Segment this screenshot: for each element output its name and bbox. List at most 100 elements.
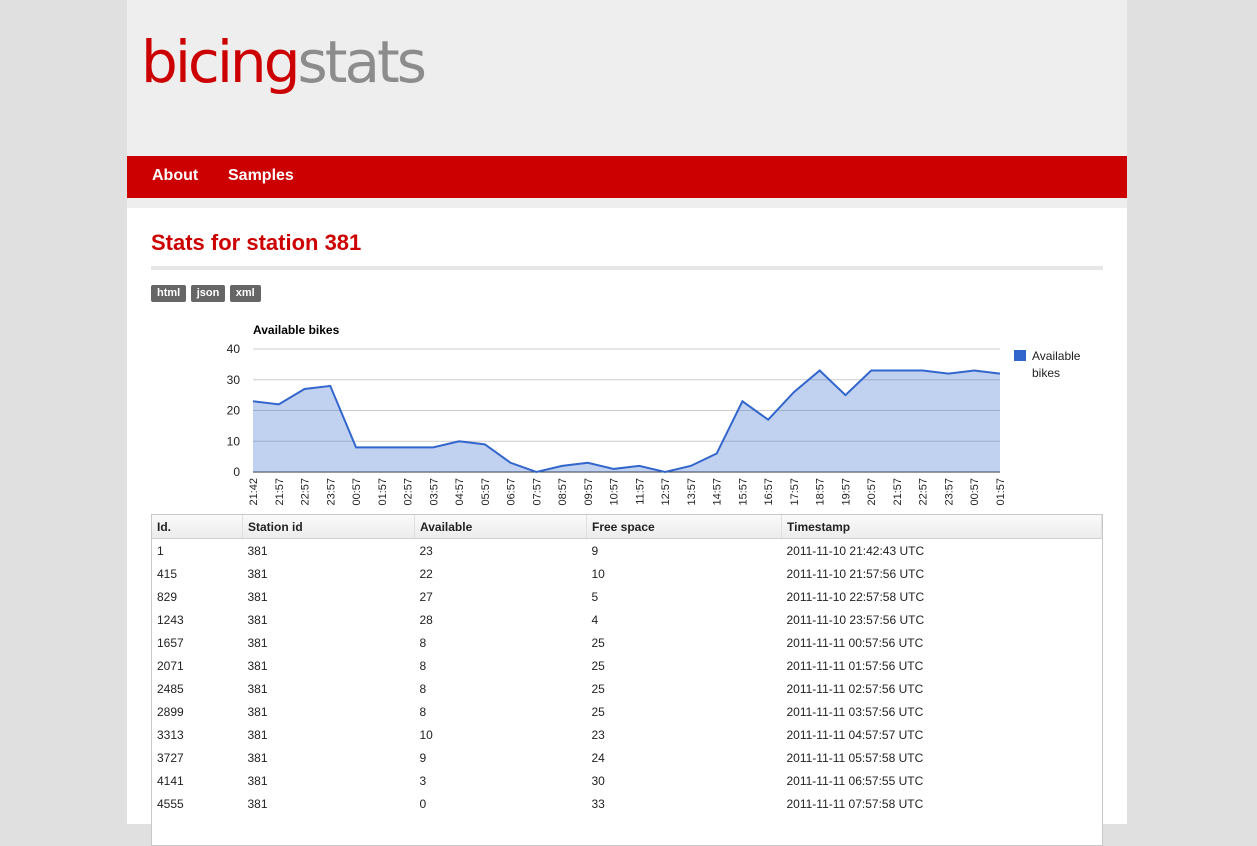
data-point[interactable]	[586, 461, 590, 465]
header-available[interactable]: Available	[414, 515, 587, 539]
x-tick-label: 13:57	[686, 478, 698, 506]
data-point[interactable]	[328, 384, 332, 388]
x-tick-label: 20:57	[866, 478, 878, 506]
x-tick-label: 21:57	[892, 478, 904, 506]
table-cell: 8	[419, 658, 427, 673]
data-point[interactable]	[509, 461, 513, 465]
header: bicingstats	[127, 0, 1127, 156]
table-cell: 25	[591, 704, 605, 719]
table-cell: 0	[419, 796, 427, 811]
data-point[interactable]	[612, 467, 616, 471]
data-point[interactable]	[792, 390, 796, 394]
nav-about[interactable]: About	[152, 167, 198, 185]
data-point[interactable]	[277, 402, 281, 406]
table-cell: 2011-11-11 07:57:58 UTC	[786, 796, 924, 811]
chart-title: Available bikes	[253, 323, 340, 337]
x-tick-label: 12:57	[660, 478, 672, 506]
table-cell: 381	[247, 727, 268, 742]
table-cell: 4141	[157, 773, 184, 788]
data-point[interactable]	[843, 393, 847, 397]
samples-table-container[interactable]: Id. Station id Available Free space Time…	[151, 514, 1103, 846]
y-tick-label: 20	[227, 404, 241, 418]
table-cell: 24	[591, 750, 605, 765]
legend-label-line-1: Available	[1032, 349, 1081, 363]
table-cell: 2011-11-11 06:57:55 UTC	[786, 773, 924, 788]
y-tick-label: 10	[227, 434, 241, 448]
nav-samples[interactable]: Samples	[228, 167, 294, 185]
table-cell: 381	[247, 566, 268, 581]
data-point[interactable]	[406, 445, 410, 449]
data-point[interactable]	[715, 452, 719, 456]
table-cell: 8	[419, 704, 427, 719]
data-point[interactable]	[560, 464, 564, 468]
data-point[interactable]	[972, 369, 976, 373]
x-tick-label: 17:57	[789, 478, 801, 506]
y-axis-ticks: 0 10 20 30 40	[227, 342, 241, 479]
table-cell: 25	[591, 658, 605, 673]
table-cell: 3313	[157, 727, 184, 742]
table-cell: 23	[591, 727, 605, 742]
table-row: 1 381 23 9 2011-11-10 21:42:43 UTC	[152, 539, 1102, 563]
table-row: 1243 381 28 4 2011-11-10 23:57:56 UTC	[152, 608, 1102, 631]
header-timestamp[interactable]: Timestamp	[781, 515, 1102, 539]
table-cell: 2011-11-11 01:57:56 UTC	[786, 658, 924, 673]
x-tick-label: 06:57	[506, 478, 518, 506]
header-station-id[interactable]: Station id	[242, 515, 415, 539]
x-tick-label: 01:57	[377, 478, 389, 506]
table-row: 4555 381 0 33 2011-11-11 07:57:58 UTC	[152, 792, 1102, 815]
data-point[interactable]	[637, 464, 641, 468]
x-tick-label: 15:57	[737, 478, 749, 506]
data-point[interactable]	[895, 369, 899, 373]
data-point[interactable]	[534, 470, 538, 474]
x-tick-label: 22:57	[918, 478, 930, 506]
table-cell: 10	[419, 727, 433, 742]
table-cell: 2011-11-10 21:57:56 UTC	[786, 566, 925, 581]
table-row: 3313 381 10 23 2011-11-11 04:57:57 UTC	[152, 723, 1102, 746]
data-point[interactable]	[818, 369, 822, 373]
data-point[interactable]	[663, 470, 667, 474]
data-point[interactable]	[251, 399, 255, 403]
data-point[interactable]	[380, 445, 384, 449]
data-point[interactable]	[921, 369, 925, 373]
table-row: 4141 381 3 30 2011-11-11 06:57:55 UTC	[152, 769, 1102, 792]
x-tick-label: 09:57	[583, 478, 595, 506]
table-row: 2071 381 8 25 2011-11-11 01:57:56 UTC	[152, 654, 1102, 677]
x-tick-label: 11:57	[634, 478, 646, 505]
logo-part-1: bicing	[141, 28, 301, 96]
table-body: 1 381 23 9 2011-11-10 21:42:43 UTC 415 381 22 10…	[152, 539, 1102, 816]
logo[interactable]: bicingstats	[141, 28, 427, 96]
data-point[interactable]	[740, 399, 744, 403]
table-cell: 2899	[157, 704, 184, 719]
data-point[interactable]	[457, 439, 461, 443]
data-point[interactable]	[483, 442, 487, 446]
table-cell: 25	[591, 635, 605, 650]
table-cell: 5	[591, 589, 599, 604]
x-tick-label: 10:57	[609, 478, 621, 506]
y-tick-label: 40	[227, 342, 241, 356]
data-point[interactable]	[303, 387, 307, 391]
header-id[interactable]: Id.	[152, 515, 243, 539]
data-point[interactable]	[354, 445, 358, 449]
header-free-space[interactable]: Free space	[586, 515, 782, 539]
table-cell: 4	[591, 612, 599, 627]
table-cell: 33	[591, 796, 605, 811]
table-row: 3727 381 9 24 2011-11-11 05:57:58 UTC	[152, 746, 1102, 769]
x-tick-label: 23:57	[943, 478, 955, 506]
nav-divider	[127, 198, 1127, 208]
data-point[interactable]	[766, 418, 770, 422]
table-cell: 381	[247, 704, 268, 719]
x-tick-label: 07:57	[531, 478, 543, 506]
x-tick-label: 02:57	[403, 478, 415, 506]
table-cell: 381	[247, 543, 268, 558]
data-point[interactable]	[689, 464, 693, 468]
table-cell: 23	[419, 543, 433, 558]
table-row: 829 381 27 5 2011-11-10 22:57:58 UTC	[152, 585, 1102, 608]
x-tick-label: 21:42	[248, 478, 260, 506]
table-header-row: Id. Station id Available Free space Time…	[152, 515, 1102, 539]
data-point[interactable]	[869, 369, 873, 373]
table-cell: 2011-11-11 04:57:57 UTC	[786, 727, 924, 742]
data-point[interactable]	[431, 445, 435, 449]
data-point[interactable]	[998, 372, 1002, 376]
table-cell: 381	[247, 796, 268, 811]
data-point[interactable]	[946, 372, 950, 376]
